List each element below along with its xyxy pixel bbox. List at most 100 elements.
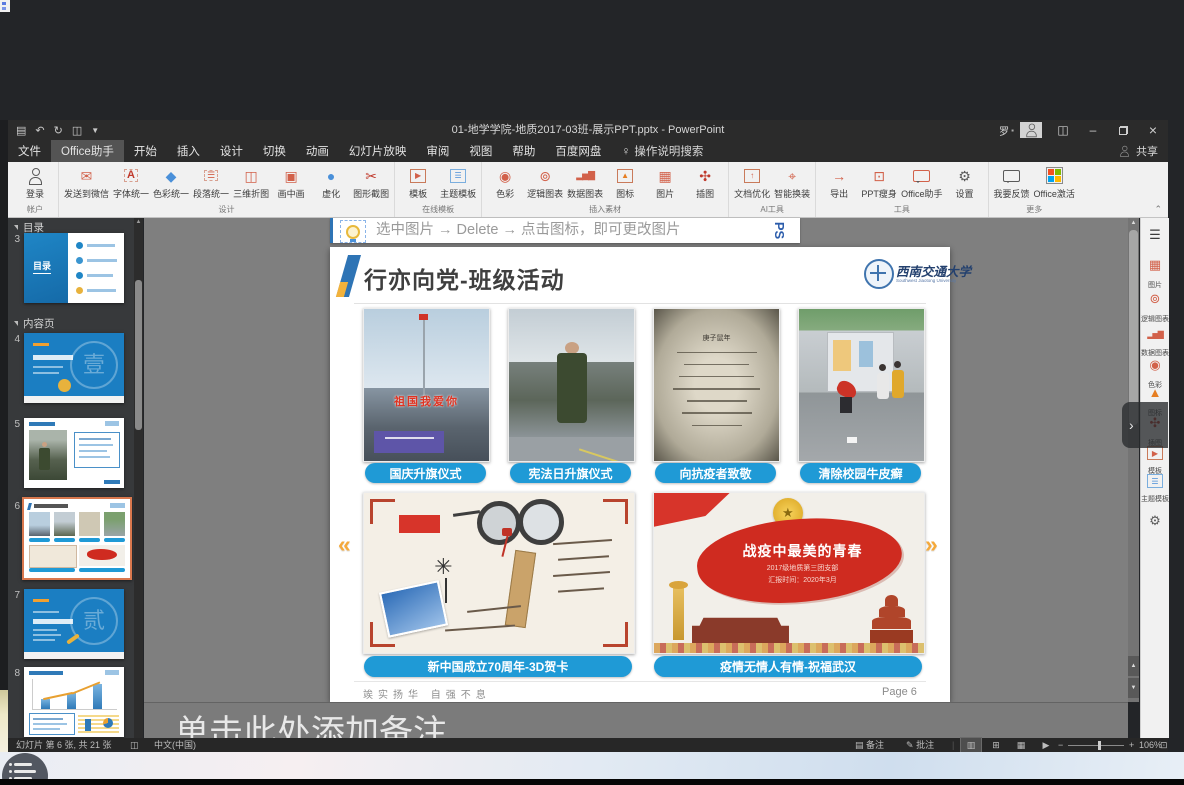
- palette-button[interactable]: ◉ 色彩: [485, 165, 525, 200]
- tab-view[interactable]: 视图: [459, 140, 502, 162]
- thumbnail-scrollbar[interactable]: ▲: [134, 218, 143, 738]
- tab-review[interactable]: 审阅: [416, 140, 459, 162]
- ppt-slim-button[interactable]: ⊡ PPT瘦身: [859, 165, 899, 200]
- fit-to-window-icon[interactable]: ⊡: [1160, 738, 1168, 752]
- redo-icon[interactable]: ↻: [54, 124, 63, 137]
- photo-tribute-letter[interactable]: 庚子鼠年: [653, 308, 780, 462]
- sidebar-menu-button[interactable]: ☰: [1141, 226, 1169, 244]
- comments-toggle[interactable]: ✎ 批注: [906, 738, 934, 752]
- smart-outfit-button[interactable]: ⌖ 智能换装: [772, 165, 812, 200]
- document-scrollbar[interactable]: ▲ ▲ ▼: [1128, 218, 1139, 702]
- slide-thumbnail-8[interactable]: [24, 667, 124, 737]
- slide-thumbnail-6-selected[interactable]: [22, 497, 132, 580]
- login-button[interactable]: 登录: [15, 165, 55, 200]
- slide-tip-banner[interactable]: 选中图片 → Delete → 点击图标，即可更改图片 PS: [330, 218, 800, 243]
- zoom-out-button[interactable]: −: [1058, 738, 1063, 752]
- caption-pill[interactable]: 向抗疫者致敬: [655, 463, 776, 483]
- next-nav-arrow[interactable]: »: [925, 533, 938, 556]
- office-activate-button[interactable]: Office激活: [1032, 165, 1077, 200]
- photo-campus-cleaning[interactable]: [798, 308, 925, 462]
- tab-office-assistant[interactable]: Office助手: [51, 140, 124, 162]
- sidebar-item-data-chart[interactable]: ▂▅▇ 数据图表: [1141, 324, 1169, 360]
- restore-button[interactable]: [1108, 120, 1138, 140]
- scrollbar-thumb[interactable]: [135, 280, 142, 430]
- settings-button[interactable]: ⚙ 设置: [945, 165, 985, 200]
- tab-insert[interactable]: 插入: [167, 140, 210, 162]
- template-button[interactable]: ▶ 模板: [398, 165, 438, 200]
- fold-3d-button[interactable]: ◫ 三维折图: [231, 165, 271, 200]
- ribbon-display-options-icon[interactable]: ◫: [1048, 120, 1078, 140]
- photo-flag-raising-national-day[interactable]: 祖国我爱你: [363, 308, 490, 462]
- send-to-wechat-button[interactable]: ✉ 发送到微信: [62, 165, 111, 200]
- tab-animations[interactable]: 动画: [296, 140, 339, 162]
- sidebar-item-picture[interactable]: ▦ 图片: [1141, 256, 1169, 292]
- scroll-up-icon[interactable]: ▲: [1130, 220, 1137, 226]
- tab-home[interactable]: 开始: [124, 140, 167, 162]
- slide-thumbnail-4[interactable]: 壹: [24, 333, 124, 403]
- feedback-button[interactable]: 我要反馈: [992, 165, 1032, 200]
- prev-nav-arrow[interactable]: «: [338, 533, 351, 556]
- caption-pill[interactable]: 疫情无情人有情-祝福武汉: [654, 656, 922, 677]
- normal-view-button[interactable]: ▥: [961, 738, 981, 752]
- theme-template-button[interactable]: ☰ 主题模板: [438, 165, 478, 200]
- zoom-in-button[interactable]: +: [1129, 738, 1134, 752]
- blur-button[interactable]: ● 虚化: [311, 165, 351, 200]
- section-header-content[interactable]: 内容页: [8, 316, 55, 331]
- notes-toggle[interactable]: ▤ 备注: [855, 738, 884, 752]
- undo-icon[interactable]: ↶: [35, 124, 44, 137]
- language-status[interactable]: 中文(中国): [154, 738, 196, 752]
- photo-constitution-day-flag[interactable]: [508, 308, 635, 462]
- slide-title[interactable]: 行亦向党-班级活动: [364, 261, 565, 295]
- font-unify-button[interactable]: A 字体统一: [111, 165, 151, 200]
- slideshow-view-button[interactable]: ▶: [1036, 738, 1056, 752]
- slide-thumbnail-5[interactable]: [24, 418, 124, 488]
- slide-thumbnail-7[interactable]: 贰: [24, 589, 124, 659]
- tab-slideshow[interactable]: 幻灯片放映: [339, 140, 417, 162]
- slide-canvas[interactable]: 行亦向党-班级活动 西南交通大学 Southwest Jiaotong Univ…: [330, 247, 950, 702]
- scroll-up-icon[interactable]: ▲: [135, 219, 142, 227]
- tab-baidu-netdisk[interactable]: 百度网盘: [545, 140, 611, 162]
- doc-optimize-button[interactable]: ↑ 文档优化: [732, 165, 772, 200]
- notes-pane[interactable]: 单击此处添加备注: [144, 702, 1128, 739]
- previous-slide-button[interactable]: ▲: [1128, 656, 1139, 676]
- avatar[interactable]: [1020, 122, 1042, 138]
- caption-pill[interactable]: 新中国成立70周年-3D贺卡: [364, 656, 632, 677]
- illustration-button[interactable]: ✣ 插图: [685, 165, 725, 200]
- scrollbar-thumb[interactable]: [1129, 230, 1138, 425]
- logic-chart-button[interactable]: ⊚ 逻辑图表: [525, 165, 565, 200]
- caption-pill[interactable]: 清除校园牛皮癣: [800, 463, 921, 483]
- next-slide-button[interactable]: ▼: [1128, 678, 1139, 698]
- notes-placeholder[interactable]: 单击此处添加备注: [175, 705, 447, 739]
- picture-in-picture-button[interactable]: ▣ 画中画: [271, 165, 311, 200]
- tab-transitions[interactable]: 切换: [253, 140, 296, 162]
- photo-wuhan-blessing-poster[interactable]: ★ 战疫中最美的青春 2017级地质第三团支部 汇报时间：2020年3月: [653, 492, 925, 654]
- picture-button[interactable]: ▦ 图片: [645, 165, 685, 200]
- office-assistant-button[interactable]: Office助手: [899, 165, 944, 200]
- export-button[interactable]: → 导出: [819, 165, 859, 200]
- color-unify-button[interactable]: ◆ 色彩统一: [151, 165, 191, 200]
- minimize-button[interactable]: –: [1078, 120, 1108, 140]
- tab-design[interactable]: 设计: [210, 140, 253, 162]
- slide-thumbnail-3[interactable]: 目录: [24, 233, 124, 303]
- accessibility-icon[interactable]: ◫: [130, 738, 139, 752]
- caption-pill[interactable]: 宪法日升旗仪式: [510, 463, 631, 483]
- sidebar-item-logic-chart[interactable]: ⊚ 逻辑图表: [1141, 290, 1169, 326]
- data-chart-button[interactable]: ▂▅▇ 数据图表: [565, 165, 605, 200]
- tell-me-search[interactable]: ♀ 操作说明搜索: [611, 140, 713, 162]
- sidebar-collapse-tab[interactable]: ›: [1122, 402, 1168, 448]
- tab-help[interactable]: 帮助: [502, 140, 545, 162]
- photo-3d-greeting-card[interactable]: ✳: [363, 492, 635, 654]
- zoom-slider-track[interactable]: [1068, 745, 1124, 746]
- quick-access-dropdown-icon[interactable]: ▼: [91, 126, 99, 135]
- start-slideshow-icon[interactable]: ◫: [72, 124, 82, 137]
- share-button[interactable]: 共享: [1117, 140, 1158, 162]
- caption-pill[interactable]: 国庆升旗仪式: [365, 463, 486, 483]
- reading-view-button[interactable]: ▦: [1011, 738, 1031, 752]
- paragraph-unify-button[interactable]: ☰ 段落统一: [191, 165, 231, 200]
- tab-file[interactable]: 文件: [8, 140, 51, 162]
- zoom-level[interactable]: 106%: [1139, 738, 1162, 752]
- collapse-ribbon-icon[interactable]: ⌃: [1154, 204, 1162, 215]
- save-icon[interactable]: ▤: [16, 124, 26, 137]
- sidebar-item-theme-template[interactable]: ☰ 主题模板: [1141, 474, 1169, 506]
- icon-library-button[interactable]: ▲ 图标: [605, 165, 645, 200]
